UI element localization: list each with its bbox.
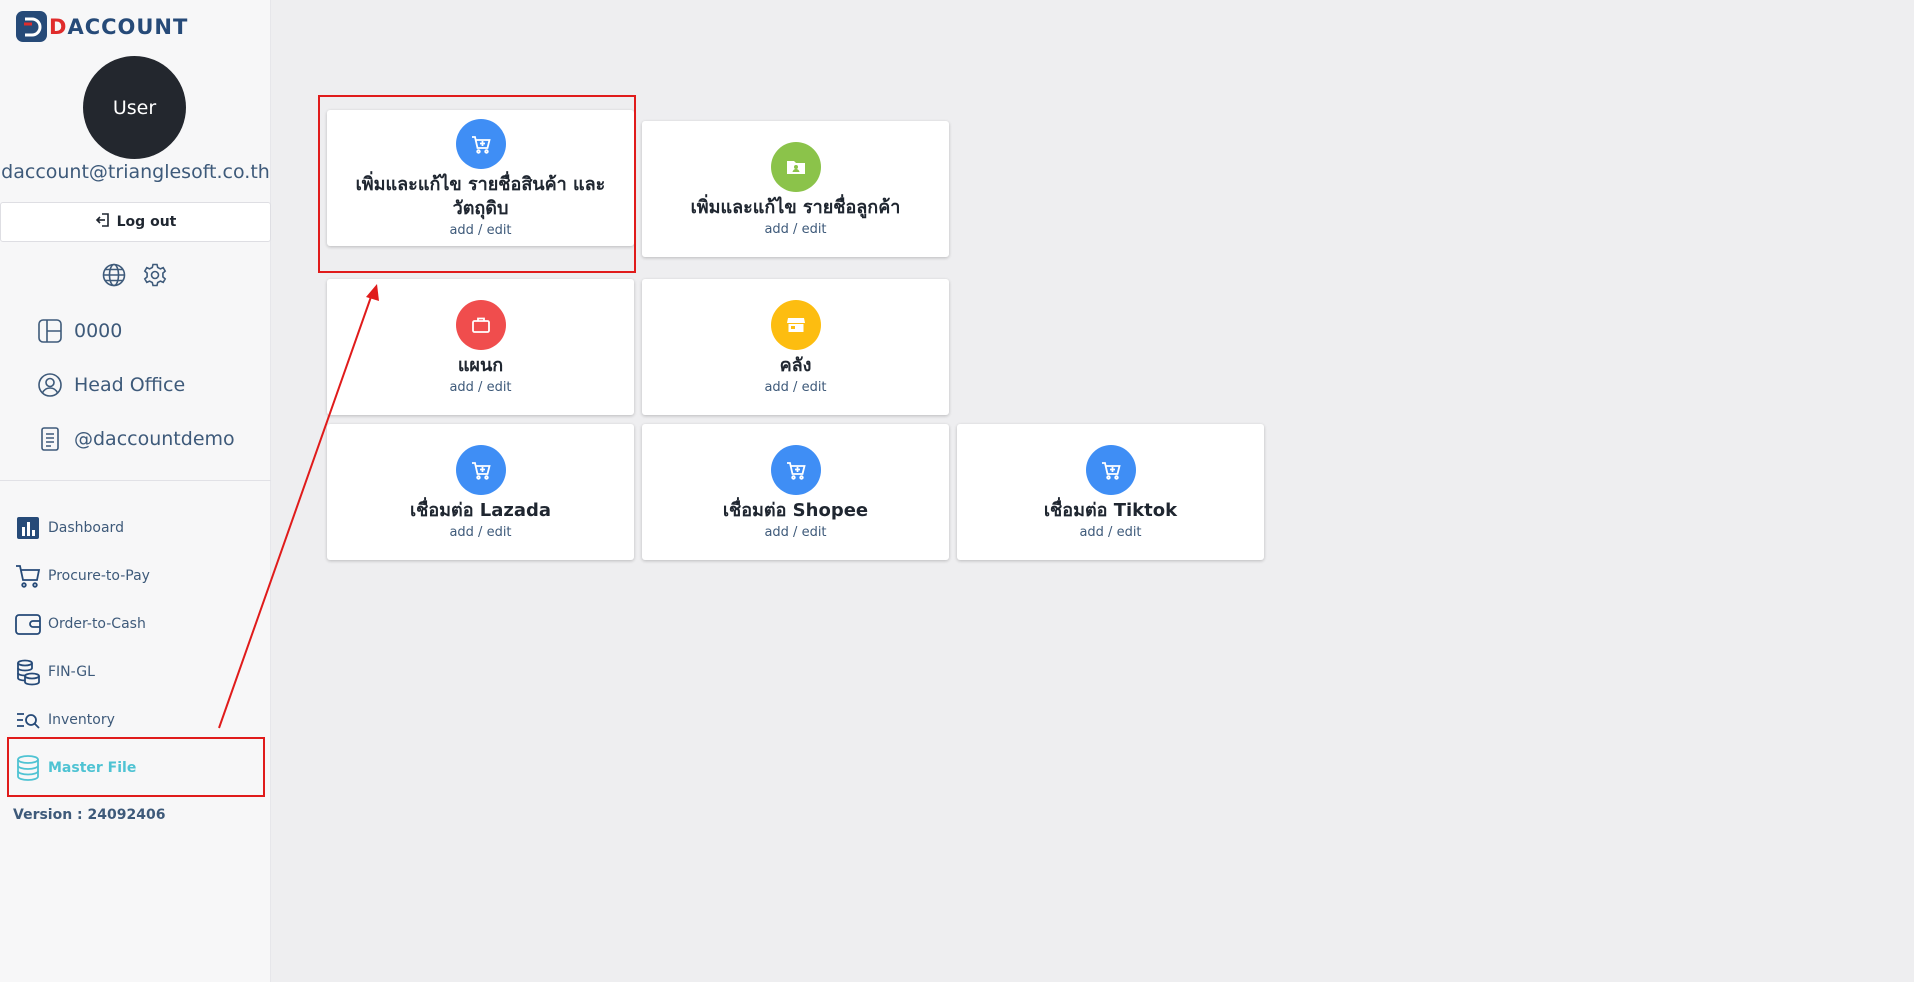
sidebar-item-inventory[interactable]: Inventory	[14, 706, 115, 734]
avatar[interactable]: User	[83, 56, 186, 159]
briefcase-icon	[455, 299, 506, 350]
card-title: เชื่อมต่อ Shopee	[722, 499, 869, 521]
card-title: เพิ่มและแก้ไข รายชื่อสินค้า และวัตถุดิบ	[355, 173, 606, 219]
company-code[interactable]: 0000	[36, 317, 122, 345]
sidebar-item-label: Dashboard	[48, 520, 124, 536]
logout-label: Log out	[116, 214, 177, 230]
cart-icon	[770, 444, 821, 495]
document-icon	[41, 427, 59, 451]
coins-icon	[17, 659, 40, 686]
card-subtitle: add / edit	[449, 222, 512, 238]
store-icon	[770, 299, 821, 350]
card-subtitle: add / edit	[764, 524, 827, 540]
logo-text: DACCOUNT	[49, 14, 189, 39]
account-label: @daccountdemo	[74, 428, 235, 450]
branch-label: Head Office	[74, 374, 186, 396]
globe-icon[interactable]	[101, 262, 127, 288]
sidebar-tools	[101, 262, 168, 288]
card-title: เชื่อมต่อ Tiktok	[1043, 499, 1178, 521]
logout-icon	[95, 211, 113, 233]
card-tiktok[interactable]: เชื่อมต่อ Tiktok add / edit	[957, 424, 1264, 560]
card-warehouses[interactable]: คลัง add / edit	[642, 279, 949, 415]
card-subtitle: add / edit	[449, 524, 512, 540]
sidebar-item-dashboard[interactable]: Dashboard	[14, 514, 124, 542]
cart-icon	[455, 118, 506, 169]
sidebar: DACCOUNT User daccount@trianglesoft.co.t…	[0, 0, 271, 982]
sidebar-item-fin-gl[interactable]: FIN-GL	[14, 658, 95, 686]
card-subtitle: add / edit	[1079, 524, 1142, 540]
cart-icon	[16, 565, 41, 588]
branch[interactable]: Head Office	[36, 371, 185, 399]
sidebar-item-label: Master File	[48, 760, 137, 776]
folder-user-icon	[770, 141, 821, 192]
company-code-label: 0000	[74, 320, 123, 342]
card-customers[interactable]: เพิ่มและแก้ไข รายชื่อลูกค้า add / edit	[642, 121, 949, 257]
cart-icon	[1085, 444, 1136, 495]
card-subtitle: add / edit	[764, 379, 827, 395]
logo-mark-icon	[16, 11, 47, 42]
database-icon	[17, 755, 39, 781]
card-lazada[interactable]: เชื่อมต่อ Lazada add / edit	[327, 424, 634, 560]
wallet-icon	[15, 614, 41, 635]
bar-chart-icon	[17, 517, 39, 539]
card-departments[interactable]: แผนก add / edit	[327, 279, 634, 415]
sidebar-item-order-to-cash[interactable]: Order-to-Cash	[14, 610, 146, 638]
version-label: Version : 24092406	[13, 807, 166, 823]
user-email: daccount@trianglesoft.co.th	[1, 161, 270, 183]
user-circle-icon	[38, 373, 62, 397]
card-products[interactable]: เพิ่มและแก้ไข รายชื่อสินค้า และวัตถุดิบ …	[327, 110, 634, 246]
sidebar-item-label: Procure-to-Pay	[48, 568, 150, 584]
sidebar-divider	[0, 480, 271, 481]
card-shopee[interactable]: เชื่อมต่อ Shopee add / edit	[642, 424, 949, 560]
card-subtitle: add / edit	[449, 379, 512, 395]
logout-button[interactable]: Log out	[0, 202, 271, 242]
sidebar-item-label: Order-to-Cash	[48, 616, 146, 632]
sidebar-item-master-file[interactable]: Master File	[14, 754, 136, 782]
cart-icon	[455, 444, 506, 495]
list-search-icon	[17, 713, 40, 729]
account[interactable]: @daccountdemo	[36, 425, 235, 453]
card-title: เพิ่มและแก้ไข รายชื่อลูกค้า	[690, 196, 901, 218]
card-title: เชื่อมต่อ Lazada	[409, 499, 552, 521]
layout-icon	[38, 319, 62, 343]
app-logo[interactable]: DACCOUNT	[16, 11, 188, 42]
card-title: แผนก	[457, 354, 504, 376]
sidebar-item-label: Inventory	[48, 712, 115, 728]
card-subtitle: add / edit	[764, 221, 827, 237]
avatar-label: User	[112, 96, 157, 119]
card-title: คลัง	[779, 354, 812, 376]
sidebar-item-label: FIN-GL	[48, 664, 95, 680]
gear-icon[interactable]	[142, 262, 168, 288]
sidebar-item-procure-to-pay[interactable]: Procure-to-Pay	[14, 562, 150, 590]
